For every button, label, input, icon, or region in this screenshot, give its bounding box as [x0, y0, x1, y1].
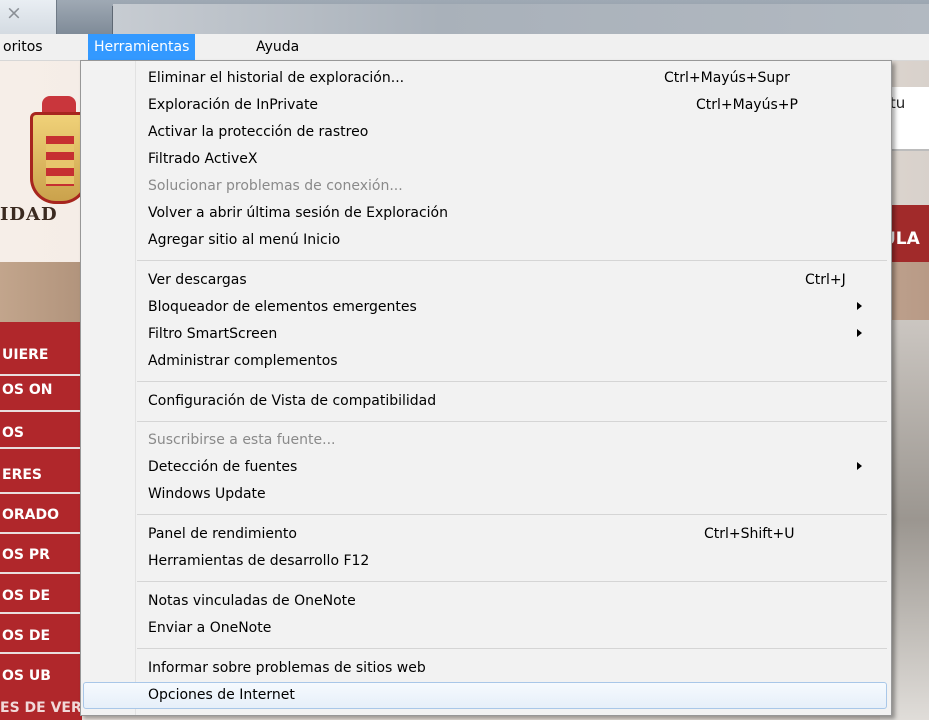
- menu-item-label: Activar la protección de rastreo: [148, 124, 369, 140]
- menu-item-shortcut: Ctrl+Mayús+P: [696, 97, 798, 113]
- tab-strip: ×: [0, 0, 929, 34]
- menu-item-enviar-onenote[interactable]: Enviar a OneNote: [83, 615, 887, 642]
- submenu-arrow-icon: [857, 302, 862, 310]
- menu-item-label: Windows Update: [148, 486, 266, 502]
- sidebar-link[interactable]: OS DE: [0, 623, 82, 651]
- submenu-arrow-icon: [857, 329, 862, 337]
- menu-item-deteccion-fuentes[interactable]: Detección de fuentes: [83, 454, 887, 481]
- menu-item-agregar-sitio-inicio[interactable]: Agregar sitio al menú Inicio: [83, 227, 887, 254]
- sidebar-link-label: OS DE: [2, 628, 51, 644]
- sidebar-link[interactable]: UIERE: [0, 342, 82, 370]
- menu-bar: oritos Herramientas Ayuda: [0, 34, 929, 61]
- menu-item-filtro-smartscreen[interactable]: Filtro SmartScreen: [83, 321, 887, 348]
- menu-item-ver-descargas[interactable]: Ver descargas Ctrl+J: [83, 267, 887, 294]
- menu-separator: [137, 421, 887, 422]
- sidebar-link[interactable]: OS: [0, 420, 82, 448]
- menu-item-label: Volver a abrir última sesión de Explorac…: [148, 205, 448, 221]
- sidebar-link-label: OS UB: [2, 668, 51, 684]
- sidebar-divider: [0, 652, 82, 654]
- sidebar-divider: [0, 492, 82, 494]
- menu-favoritos[interactable]: oritos: [0, 34, 49, 60]
- sidebar-link[interactable]: OS DE: [0, 583, 82, 611]
- menu-item-label: Informar sobre problemas de sitios web: [148, 660, 426, 676]
- sidebar-link[interactable]: ORADO: [0, 502, 82, 530]
- menu-item-label: Panel de rendimiento: [148, 526, 297, 542]
- sidebar-link[interactable]: OS PR: [0, 542, 82, 570]
- menu-item-label: Ver descargas: [148, 272, 247, 288]
- active-tab[interactable]: [113, 4, 929, 34]
- menu-item-shortcut: Ctrl+J: [805, 272, 846, 288]
- menu-item-label: Configuración de Vista de compatibilidad: [148, 393, 437, 409]
- menu-item-reabrir-sesion[interactable]: Volver a abrir última sesión de Explorac…: [83, 200, 887, 227]
- menu-item-label: Bloqueador de elementos emergentes: [148, 299, 417, 315]
- menu-item-vista-compatibilidad[interactable]: Configuración de Vista de compatibilidad: [83, 388, 887, 415]
- menu-item-label: Opciones de Internet: [148, 687, 295, 703]
- browser-tab[interactable]: ×: [0, 0, 57, 34]
- menu-ayuda[interactable]: Ayuda: [250, 34, 305, 60]
- menu-item-label: Administrar complementos: [148, 353, 338, 369]
- sidebar-link[interactable]: OS ON: [0, 377, 82, 405]
- submenu-arrow-icon: [857, 462, 862, 470]
- menu-item-proteccion-rastreo[interactable]: Activar la protección de rastreo: [83, 119, 887, 146]
- site-brand-text: IDAD: [0, 204, 58, 225]
- sidebar-divider: [0, 410, 82, 412]
- menu-item-label: Filtro SmartScreen: [148, 326, 278, 342]
- menu-separator: [137, 260, 887, 261]
- menu-item-label: Eliminar el historial de exploración...: [148, 70, 405, 86]
- menu-separator: [137, 648, 887, 649]
- menu-item-eliminar-historial[interactable]: Eliminar el historial de exploración... …: [83, 65, 887, 92]
- sidebar-link-label: OS DE: [2, 588, 51, 604]
- sidebar-link-label: ERES: [2, 467, 42, 483]
- menu-item-panel-rendimiento[interactable]: Panel de rendimiento Ctrl+Shift+U: [83, 521, 887, 548]
- menu-item-administrar-complementos[interactable]: Administrar complementos: [83, 348, 887, 375]
- sidebar-divider: [0, 612, 82, 614]
- menu-item-informar-problemas[interactable]: Informar sobre problemas de sitios web: [83, 655, 887, 682]
- sidebar-link-label: OS: [2, 425, 24, 441]
- menu-item-shortcut: Ctrl+Shift+U: [704, 526, 795, 542]
- menu-separator: [137, 381, 887, 382]
- menu-item-shortcut: Ctrl+Mayús+Supr: [664, 70, 790, 86]
- menu-herramientas[interactable]: Herramientas: [88, 34, 196, 60]
- menu-item-label: Filtrado ActiveX: [148, 151, 258, 167]
- menu-separator: [137, 514, 887, 515]
- menu-item-herramientas-desarrollo[interactable]: Herramientas de desarrollo F12: [83, 548, 887, 575]
- menu-separator: [137, 581, 887, 582]
- menu-item-label: Detección de fuentes: [148, 459, 298, 475]
- sidebar-divider: [0, 447, 82, 449]
- close-icon[interactable]: ×: [6, 2, 22, 24]
- sidebar-link[interactable]: ERES: [0, 462, 82, 490]
- sidebar-divider: [0, 532, 82, 534]
- menu-item-label: Herramientas de desarrollo F12: [148, 553, 370, 569]
- menu-item-label: Enviar a OneNote: [148, 620, 272, 636]
- menu-item-label: Exploración de InPrivate: [148, 97, 319, 113]
- menu-item-windows-update[interactable]: Windows Update: [83, 481, 887, 508]
- sidebar-link-label: OS ON: [2, 382, 53, 398]
- menu-item-label: Agregar sitio al menú Inicio: [148, 232, 341, 248]
- sidebar-link-label: OS PR: [2, 547, 50, 563]
- menu-item-notas-onenote[interactable]: Notas vinculadas de OneNote: [83, 588, 887, 615]
- menu-item-label: Notas vinculadas de OneNote: [148, 593, 356, 609]
- menu-item-solucionar-problemas: Solucionar problemas de conexión...: [83, 173, 887, 200]
- menu-item-label: Suscribirse a esta fuente...: [148, 432, 336, 448]
- sidebar-link[interactable]: OS UB: [0, 663, 82, 691]
- menu-item-opciones-internet[interactable]: Opciones de Internet: [83, 682, 887, 709]
- site-sidebar: UIERE OS ON OS ERES ORADO OS PR OS DE OS…: [0, 322, 82, 720]
- menu-item-bloqueador-emergentes[interactable]: Bloqueador de elementos emergentes: [83, 294, 887, 321]
- coat-of-arms-flag: [46, 136, 74, 186]
- menu-item-label: Solucionar problemas de conexión...: [148, 178, 403, 194]
- sidebar-divider: [0, 374, 82, 376]
- herramientas-dropdown-menu: Eliminar el historial de exploración... …: [80, 60, 892, 716]
- sidebar-divider: [0, 572, 82, 574]
- sidebar-link-label: ORADO: [2, 507, 60, 523]
- sidebar-link-label: UIERE: [2, 347, 49, 363]
- menu-item-filtrado-activex[interactable]: Filtrado ActiveX: [83, 146, 887, 173]
- menu-item-suscribirse-fuente: Suscribirse a esta fuente...: [83, 427, 887, 454]
- menu-item-inprivate[interactable]: Exploración de InPrivate Ctrl+Mayús+P: [83, 92, 887, 119]
